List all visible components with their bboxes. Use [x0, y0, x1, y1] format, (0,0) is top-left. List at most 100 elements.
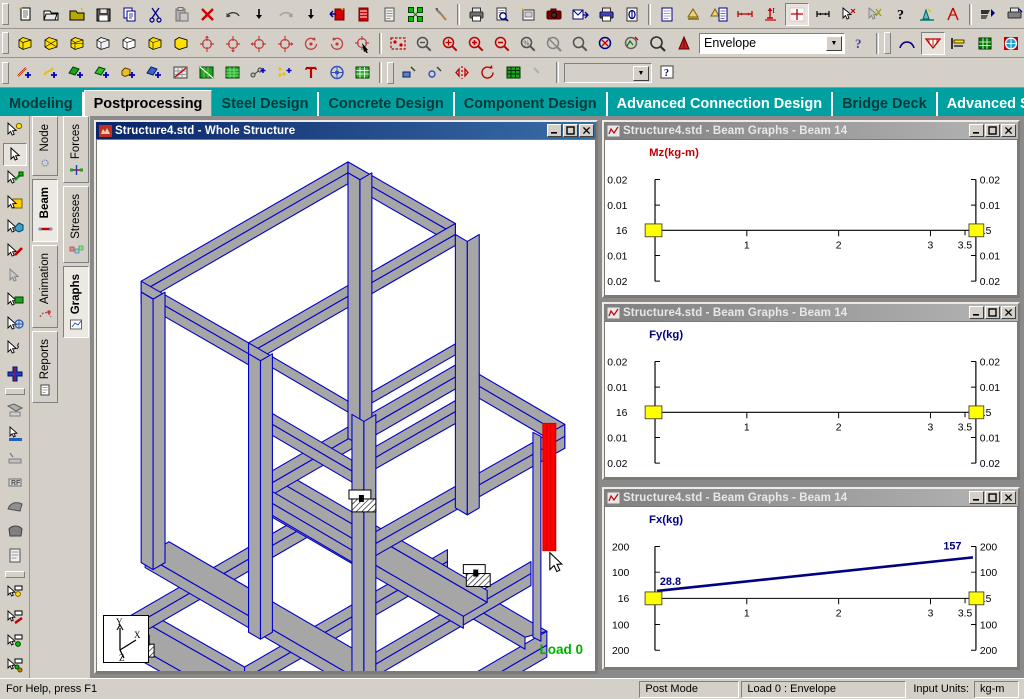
table-red-icon[interactable]: [351, 3, 375, 26]
cursor-beam-icon[interactable]: [3, 168, 27, 190]
cursor-support-icon[interactable]: [3, 289, 27, 311]
globe-icon[interactable]: [999, 32, 1023, 55]
shear-diagram-icon[interactable]: [921, 31, 945, 55]
vtab-forces[interactable]: Forces: [63, 116, 89, 184]
mesh-icon[interactable]: [169, 61, 193, 84]
insert-node-icon[interactable]: [273, 61, 297, 84]
chevron-down-icon[interactable]: ▼: [826, 35, 842, 51]
beam-graph-fx-minimize-button[interactable]: [969, 491, 984, 504]
toolbar3-help-icon[interactable]: ?: [655, 61, 679, 84]
plate-mesh-icon[interactable]: [195, 61, 219, 84]
circular-repeat-icon[interactable]: [325, 61, 349, 84]
select-node-icon[interactable]: [3, 582, 27, 604]
node-connect-icon[interactable]: [247, 61, 271, 84]
beam-graph-fy-close-button[interactable]: [1001, 306, 1016, 319]
structure-close-button[interactable]: [579, 124, 594, 137]
vtab-node[interactable]: Node: [32, 116, 58, 176]
cursor-solid-icon[interactable]: [3, 216, 27, 238]
camera-icon[interactable]: [542, 3, 566, 26]
zoom-out-icon[interactable]: [490, 32, 514, 55]
structure-minimize-button[interactable]: [547, 124, 562, 137]
stress-contour-icon[interactable]: [947, 32, 971, 55]
grid-toggle-icon[interactable]: [785, 2, 809, 26]
tab-advanced-connection-design[interactable]: Advanced Connection Design: [608, 92, 834, 116]
translational-repeat-icon[interactable]: [299, 61, 323, 84]
zoom-out-window-icon[interactable]: [412, 32, 436, 55]
bending-moment-icon[interactable]: [895, 32, 919, 55]
vtab-graphs[interactable]: Graphs: [63, 265, 89, 339]
view-3d-icon[interactable]: [169, 32, 193, 55]
open-file-icon[interactable]: [39, 3, 63, 26]
tab-concrete-design[interactable]: Concrete Design: [319, 92, 455, 116]
beam-graph-fx-titlebar[interactable]: Structure4.std - Beam Graphs - Beam 14: [604, 489, 1018, 506]
zoom-center-icon[interactable]: [438, 32, 462, 55]
zoom-dynamic-icon[interactable]: %: [516, 32, 540, 55]
print-setup-icon[interactable]: [594, 3, 618, 26]
rotate-mouse-icon[interactable]: [351, 32, 375, 55]
rotate-up-icon[interactable]: [195, 32, 219, 55]
save-icon[interactable]: [91, 3, 115, 26]
render-icon[interactable]: [672, 32, 696, 55]
member-query-icon[interactable]: [3, 448, 27, 470]
tab-modeling[interactable]: Modeling: [0, 92, 84, 116]
delete-icon[interactable]: [195, 3, 219, 26]
view-from-negx-icon[interactable]: [117, 32, 141, 55]
paste-icon[interactable]: [169, 3, 193, 26]
redo-icon[interactable]: [273, 3, 297, 26]
zoom-in-icon[interactable]: [464, 32, 488, 55]
beam-graph-fx-window[interactable]: Structure4.std - Beam Graphs - Beam 14 F…: [602, 487, 1020, 670]
geometry-cursor-icon[interactable]: [3, 399, 27, 421]
beam-graph-fy-minimize-button[interactable]: [969, 306, 984, 319]
cursor-spring-icon[interactable]: [3, 338, 27, 360]
structure-maximize-button[interactable]: [563, 124, 578, 137]
page-info-icon[interactable]: [620, 3, 644, 26]
spin-left-icon[interactable]: [299, 32, 323, 55]
rotate-tool-icon[interactable]: [476, 61, 500, 84]
hammer-icon[interactable]: [429, 3, 453, 26]
select-plate-icon[interactable]: [3, 630, 27, 652]
beam-graph-fy-window[interactable]: Structure4.std - Beam Graphs - Beam 14 F…: [602, 302, 1020, 480]
cut-icon[interactable]: [143, 3, 167, 26]
select-window-icon[interactable]: [386, 32, 410, 55]
new-file-icon[interactable]: [13, 3, 37, 26]
help-question-icon[interactable]: ?: [889, 3, 913, 26]
structure-props-icon[interactable]: [707, 3, 731, 26]
toolbar-grip[interactable]: [2, 3, 9, 25]
tab-bridge-deck[interactable]: Bridge Deck: [833, 92, 938, 116]
view-from-x-icon[interactable]: [39, 32, 63, 55]
property-combo[interactable]: ▼: [564, 62, 652, 83]
cursor-plate-icon[interactable]: [3, 192, 27, 214]
table-cursor-icon[interactable]: [3, 545, 27, 567]
tab-advanced-slab-design[interactable]: Advanced Slab Design: [938, 92, 1024, 116]
beam-graph-mz-maximize-button[interactable]: [985, 124, 1000, 137]
beam-graph-fy-plot[interactable]: Fy(kg) 0.02 0.01 16 0.01 0.02 0.02 0.01 …: [604, 321, 1018, 478]
pick-node-icon[interactable]: [837, 3, 861, 26]
vtab-animation[interactable]: Animation: [32, 244, 58, 328]
beam-graph-fy-titlebar[interactable]: Structure4.std - Beam Graphs - Beam 14: [604, 304, 1018, 321]
pan-icon[interactable]: [542, 32, 566, 55]
vtab-beam[interactable]: Beam: [32, 178, 58, 242]
section-tool-icon[interactable]: [424, 61, 448, 84]
take-picture-icon[interactable]: [516, 3, 540, 26]
structure-3d-viewport[interactable]: Y X Z Load 0: [96, 139, 596, 672]
rotate-right-icon[interactable]: [273, 32, 297, 55]
print-preview-icon[interactable]: [490, 3, 514, 26]
structure-window[interactable]: Structure4.std - Whole Structure Y X Z L…: [94, 120, 598, 674]
hammer-tool-icon[interactable]: [528, 61, 552, 84]
undo-icon[interactable]: [221, 3, 245, 26]
view-from-negy-icon[interactable]: [143, 32, 167, 55]
undo-dropdown-icon[interactable]: [247, 3, 271, 26]
beam-graph-fx-close-button[interactable]: [1001, 491, 1016, 504]
beam-graph-fx-plot[interactable]: Fx(kg) 200 100 16 100 200 200 100 15 100…: [604, 506, 1018, 668]
vtab-stresses[interactable]: Stresses: [63, 186, 89, 263]
beam-graph-mz-window[interactable]: Structure4.std - Beam Graphs - Beam 14 M…: [602, 120, 1020, 298]
beam-graph-mz-plot[interactable]: Mz(kg-m) 0.02 0.01 16 0.01 0.02 0.02 0.0…: [604, 139, 1018, 296]
grid-setup-icon[interactable]: [351, 61, 375, 84]
view-from-y-icon[interactable]: [65, 32, 89, 55]
compass-icon[interactable]: [941, 3, 965, 26]
beam-graph-fy-maximize-button[interactable]: [985, 306, 1000, 319]
cursor-node-icon[interactable]: [3, 119, 27, 141]
run-analysis-icon[interactable]: [325, 3, 349, 26]
spin-right-icon[interactable]: [325, 32, 349, 55]
iso-view-icon[interactable]: [13, 32, 37, 55]
